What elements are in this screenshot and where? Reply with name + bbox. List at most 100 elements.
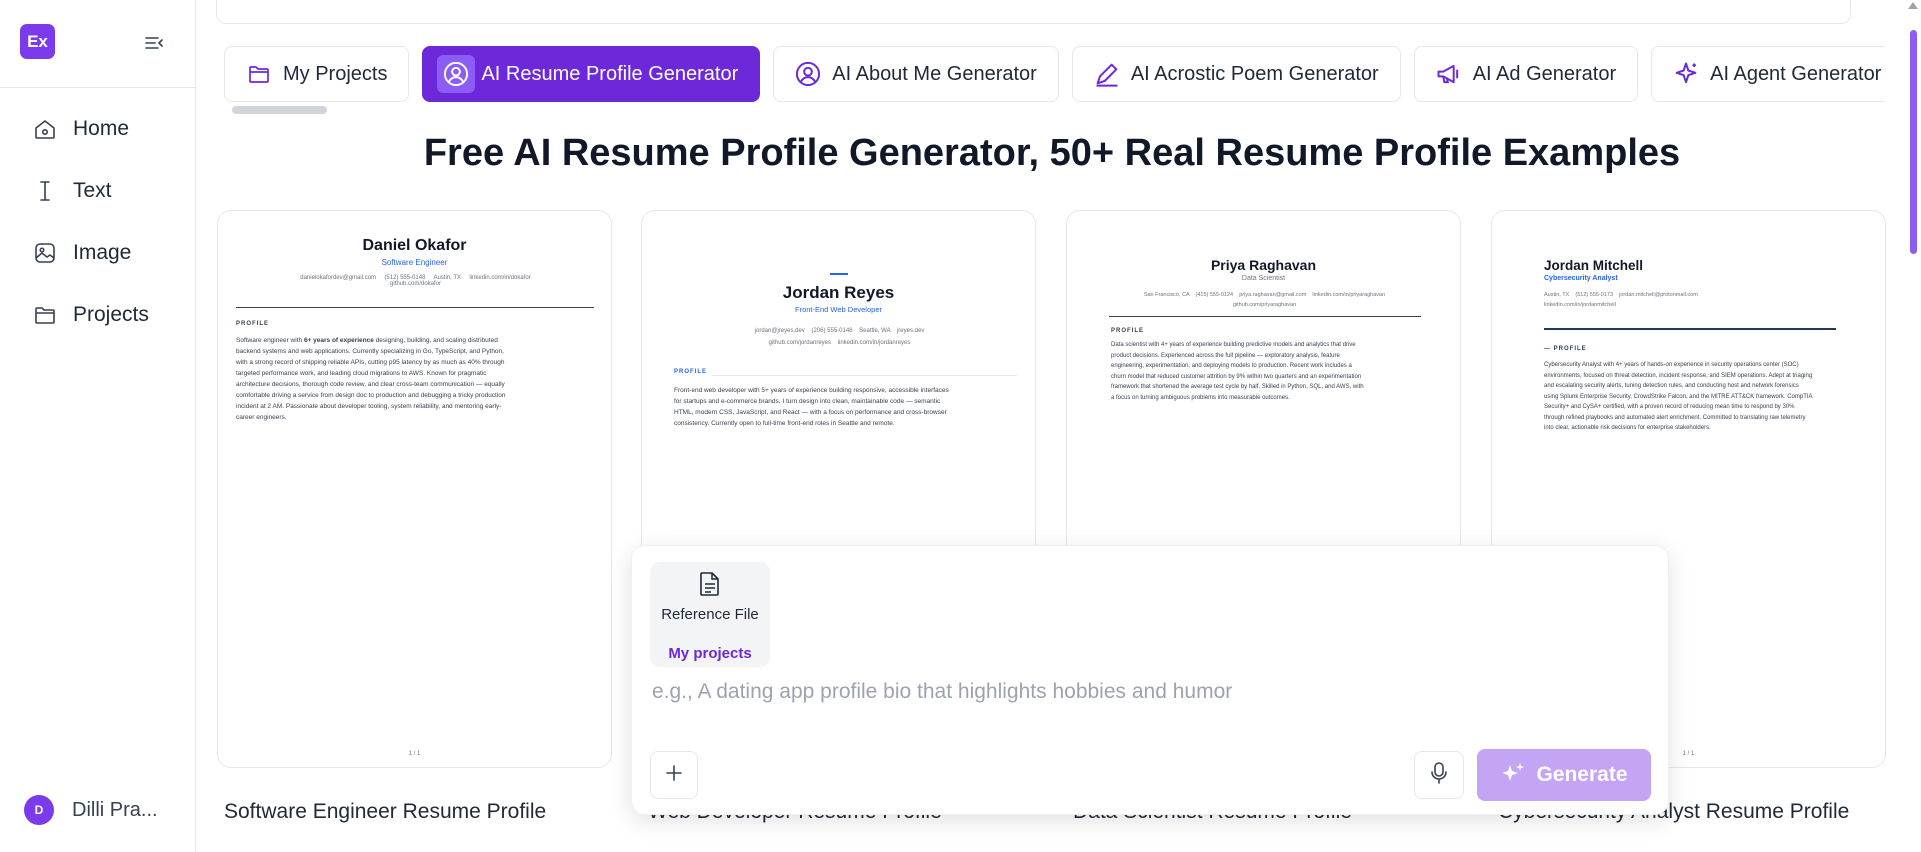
resume-contacts: danielokafordev@gmail.com (512) 555-0148… xyxy=(238,275,593,287)
resume-name: Daniel Okafor xyxy=(362,237,467,254)
voice-input-button[interactable] xyxy=(1414,751,1464,799)
resume-section-heading: PROFILE xyxy=(1111,328,1145,334)
contact-item: linkedin.com/in/jordanmitchell xyxy=(1544,302,1616,308)
contact-item: linkedin.com/in/priyaraghavan xyxy=(1312,292,1386,298)
generate-button[interactable]: Generate xyxy=(1477,749,1651,801)
resume-role: Data Scientist xyxy=(1241,275,1286,282)
resume-profile-text: Software engineer with 6+ years of exper… xyxy=(236,335,506,423)
contact-item: github.com/priyaraghavan xyxy=(1232,302,1297,308)
card-caption[interactable]: Software Engineer Resume Profile xyxy=(224,800,546,824)
tab-label: AI Agent Generator xyxy=(1710,62,1882,85)
home-icon xyxy=(31,115,59,143)
resume-rule xyxy=(712,375,1017,376)
resume-profile-text: Front-end web developer with 5+ years of… xyxy=(674,387,949,427)
tab-ai-about-me-generator[interactable]: AI About Me Generator xyxy=(773,46,1059,102)
resume-section-heading-text: PROFILE xyxy=(1553,346,1587,352)
contact-item: linkedin.com/in/jordanreyes xyxy=(837,340,911,346)
resume-profile-text: Data scientist with 4+ years of experien… xyxy=(1111,342,1364,401)
reference-file-button[interactable]: Reference File My projects xyxy=(650,562,770,667)
main-content: My Projects AI Resume Profile Generator … xyxy=(196,0,1904,852)
contact-item: priya.raghavan@gmail.com xyxy=(1239,292,1307,298)
sidebar-item-projects[interactable]: Projects xyxy=(0,290,196,340)
contact-item: jordan@jreyes.dev xyxy=(754,328,805,334)
avatar: D xyxy=(24,795,54,825)
resume-rule xyxy=(236,307,594,308)
resume-role: Front-End Web Developer xyxy=(795,305,882,314)
folder-icon xyxy=(31,301,59,329)
page-number: 1 / 1 xyxy=(408,751,421,757)
resume-rule xyxy=(1544,328,1836,330)
sparkles-icon xyxy=(1500,761,1526,790)
tab-label: AI About Me Generator xyxy=(832,62,1037,85)
page-title: Free AI Resume Profile Generator, 50+ Re… xyxy=(423,132,1681,174)
scrollbar-thumb[interactable] xyxy=(1910,30,1917,254)
reference-file-label: Reference File xyxy=(661,606,759,623)
contact-item: github.com/dokafor xyxy=(389,281,442,287)
resume-name: Jordan Mitchell xyxy=(1544,258,1644,273)
plus-icon xyxy=(664,763,684,788)
document-icon xyxy=(696,570,724,598)
contact-item: Seattle, WA xyxy=(859,328,891,334)
tab-label: My Projects xyxy=(283,62,388,85)
contact-item: github.com/jordanreyes xyxy=(768,340,831,346)
contact-item: jreyes.dev xyxy=(896,328,925,334)
sidebar-item-label: Home xyxy=(73,117,130,140)
my-projects-link[interactable]: My projects xyxy=(650,645,770,662)
pen-icon xyxy=(1093,60,1121,88)
tab-label: AI Ad Generator xyxy=(1472,62,1617,85)
sidebar-item-label: Text xyxy=(73,179,112,202)
generator-tabs: My Projects AI Resume Profile Generator … xyxy=(224,46,1884,106)
app-logo[interactable]: Ex xyxy=(20,24,55,59)
tab-label: AI Acrostic Poem Generator xyxy=(1130,62,1379,85)
sidebar-nav: Home Text Image Projects xyxy=(0,104,196,352)
contact-item: Austin, TX xyxy=(1544,292,1570,298)
tabs-scrollbar[interactable] xyxy=(232,106,327,114)
resume-contacts: Austin, TX (512) 555-0173 jordan.mitchel… xyxy=(1544,290,1844,310)
resume-role: Software Engineer xyxy=(381,258,448,267)
text-cursor-icon xyxy=(31,177,59,205)
contact-item: San Francisco, CA xyxy=(1143,292,1190,298)
resume-section-heading: PROFILE xyxy=(674,369,708,375)
image-icon xyxy=(31,239,59,267)
app-root: Ex Home Text Image Projects D Dilli Pra.… xyxy=(0,0,1921,852)
prompt-input[interactable] xyxy=(652,674,1642,710)
tab-ai-agent-generator[interactable]: AI Agent Generator xyxy=(1651,46,1884,102)
top-search-bar[interactable] xyxy=(216,0,1851,24)
scroll-up-arrow-icon[interactable] xyxy=(1908,2,1918,9)
tab-ai-acrostic-poem-generator[interactable]: AI Acrostic Poem Generator xyxy=(1071,46,1401,102)
sidebar-divider xyxy=(0,87,196,88)
sparkle-icon xyxy=(1672,60,1700,88)
resume-contacts: jordan@jreyes.dev (206) 555-0148 Seattle… xyxy=(662,325,1017,349)
sidebar-item-label: Projects xyxy=(73,303,149,326)
contact-item: (512) 555-0173 xyxy=(1575,292,1614,298)
generate-label: Generate xyxy=(1536,763,1628,786)
contact-item: linkedin.com/in/dokafor xyxy=(469,275,531,281)
user-circle-icon xyxy=(794,60,822,88)
sidebar-item-text[interactable]: Text xyxy=(0,166,196,216)
resume-contacts: San Francisco, CA (415) 555-0124 priya.r… xyxy=(1087,290,1442,310)
resume-text-rest: designing, building, and scaling distrib… xyxy=(236,337,506,421)
user-menu[interactable]: D Dilli Pra... xyxy=(24,795,158,825)
add-attachment-button[interactable] xyxy=(650,751,698,799)
resume-rule xyxy=(1109,316,1421,317)
prompt-panel: Reference File My projects Generate xyxy=(631,545,1669,815)
sidebar-item-image[interactable]: Image xyxy=(0,228,196,278)
resume-name: Priya Raghavan xyxy=(1210,257,1317,273)
sidebar-item-label: Image xyxy=(73,241,132,264)
tab-ai-resume-profile-generator[interactable]: AI Resume Profile Generator xyxy=(422,46,761,102)
resume-section-heading: PROFILE xyxy=(236,321,270,327)
tab-label: AI Resume Profile Generator xyxy=(481,62,739,85)
example-card-software-engineer[interactable]: Daniel Okafor Software Engineer danielok… xyxy=(217,210,612,768)
contact-item: (206) 555-0148 xyxy=(811,328,853,334)
resume-text-lead: Software engineer with xyxy=(236,337,304,344)
user-circle-icon xyxy=(437,55,476,93)
contact-item: danielokafordev@gmail.com xyxy=(300,275,377,281)
tab-ai-ad-generator[interactable]: AI Ad Generator xyxy=(1413,46,1639,102)
resume-profile-text: Cybersecurity Analyst with 4+ years of h… xyxy=(1544,362,1813,431)
resume-name: Jordan Reyes xyxy=(782,283,895,302)
collapse-sidebar-icon[interactable] xyxy=(142,31,166,55)
sidebar-item-home[interactable]: Home xyxy=(0,104,196,154)
user-name: Dilli Pra... xyxy=(72,798,158,821)
page-scrollbar[interactable] xyxy=(1904,0,1921,852)
tab-my-projects[interactable]: My Projects xyxy=(224,46,410,102)
